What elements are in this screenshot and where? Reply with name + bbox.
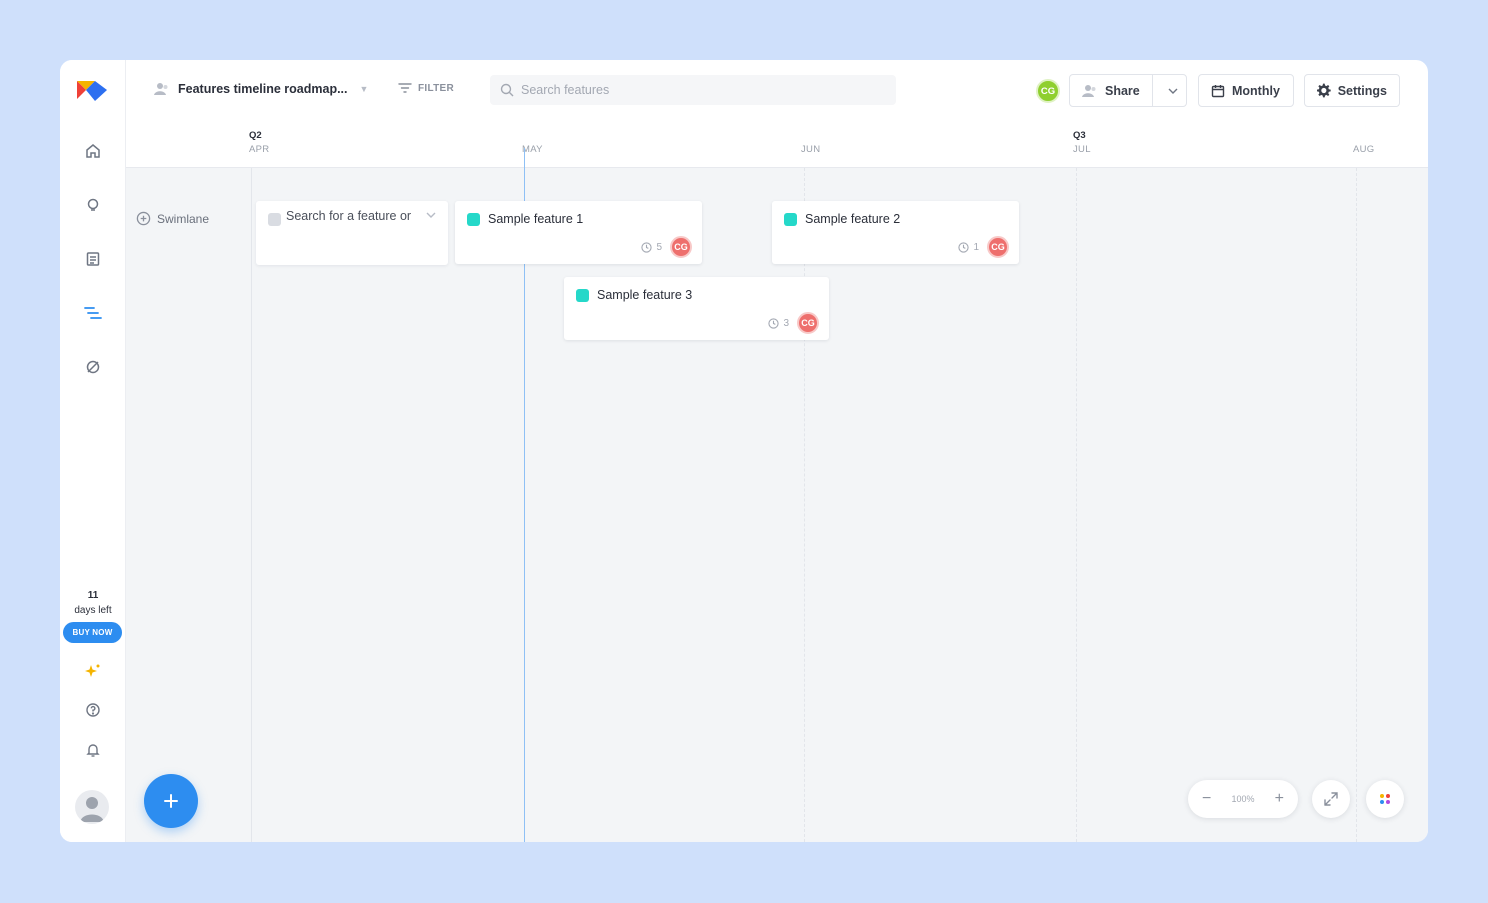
feature-color-swatch	[467, 213, 480, 226]
app-logo[interactable]	[75, 77, 109, 103]
document-icon[interactable]	[82, 248, 104, 270]
feature-card[interactable]: Sample feature 2 1 CG	[772, 201, 1019, 264]
zoom-in-button[interactable]: +	[1275, 790, 1284, 808]
users-icon	[1082, 84, 1096, 97]
filter-icon	[398, 83, 412, 93]
feature-count: 5	[656, 241, 662, 253]
feature-card[interactable]: Sample feature 3 3 CG	[564, 277, 829, 340]
feature-color-swatch	[576, 289, 589, 302]
feature-count: 3	[783, 317, 789, 329]
month-gridline	[804, 168, 805, 842]
month-label: JUN	[801, 144, 821, 155]
swimlane-label: Swimlane	[157, 211, 210, 226]
feature-meta: 3 CG	[768, 312, 819, 334]
zoom-out-button[interactable]: −	[1202, 790, 1211, 808]
apps-grid-icon	[1380, 794, 1390, 804]
roadmap-icon[interactable]	[82, 302, 104, 324]
month-label: AUG	[1353, 144, 1375, 155]
timeline-canvas[interactable]: Swimlane Sample feature 1 5 CG Sample fe…	[126, 148, 1428, 842]
lightbulb-icon[interactable]	[82, 194, 104, 216]
help-icon[interactable]	[82, 699, 104, 721]
calendar-icon	[1211, 84, 1225, 97]
home-icon[interactable]	[82, 140, 104, 162]
add-swimlane-button[interactable]: Swimlane	[136, 211, 209, 226]
feature-color-swatch	[784, 213, 797, 226]
apps-button[interactable]	[1366, 780, 1404, 818]
clock-icon	[958, 241, 970, 253]
share-button[interactable]: Share	[1070, 75, 1153, 106]
monthly-label: Monthly	[1232, 83, 1280, 98]
color-swatch	[268, 213, 281, 226]
expand-icon	[1324, 792, 1338, 806]
feature-count: 1	[973, 241, 979, 253]
feature-card[interactable]: Sample feature 1 5 CG	[455, 201, 702, 264]
app-window: 11 days left BUY NOW Features timeline r…	[60, 60, 1428, 842]
month-gridline	[1076, 168, 1077, 842]
bell-icon[interactable]	[82, 739, 104, 761]
clock-icon	[641, 241, 653, 253]
user-avatar[interactable]	[75, 790, 109, 824]
month-gridline	[1356, 168, 1357, 842]
roadmap-title: Features timeline roadmap...	[178, 82, 348, 96]
add-feature-button[interactable]	[144, 774, 198, 828]
owner-avatar[interactable]: CG	[797, 312, 819, 334]
share-label: Share	[1105, 83, 1140, 98]
sidebar: 11 days left BUY NOW	[60, 60, 126, 842]
plus-icon	[164, 794, 178, 808]
feature-meta: 5 CG	[641, 236, 692, 258]
settings-label: Settings	[1337, 83, 1387, 98]
feature-search-input[interactable]	[286, 209, 418, 223]
chevron-down-icon[interactable]	[426, 212, 436, 218]
clock-icon	[768, 317, 780, 329]
chevron-down-icon	[1168, 88, 1178, 94]
fullscreen-button[interactable]	[1312, 780, 1350, 818]
share-button-group: Share	[1069, 74, 1187, 107]
trial-days-count: 11	[87, 590, 99, 601]
search-input[interactable]	[521, 83, 881, 97]
new-feature-card	[256, 201, 448, 265]
filter-button[interactable]: FILTER	[398, 82, 454, 94]
filter-label: FILTER	[418, 82, 455, 94]
monthly-view-button[interactable]: Monthly	[1198, 74, 1294, 107]
owner-avatar[interactable]: CG	[670, 236, 692, 258]
buy-now-button[interactable]: BUY NOW	[63, 622, 122, 643]
feature-name: Sample feature 2	[805, 212, 901, 226]
share-dropdown-button[interactable]	[1160, 75, 1186, 106]
owner-avatar[interactable]: CG	[987, 236, 1009, 258]
zoom-level: 100%	[1231, 794, 1255, 804]
chevron-down-icon: ▼	[359, 84, 369, 94]
trial-days-label: days left	[74, 605, 112, 616]
current-user-avatar[interactable]: CG	[1036, 79, 1060, 103]
month-label: APR	[249, 144, 270, 155]
timeline-header: Q2 Q3 APR MAY JUN JUL AUG	[126, 122, 1428, 168]
search-bar	[490, 75, 896, 105]
hidden-icon[interactable]	[82, 356, 104, 378]
users-icon	[154, 83, 168, 95]
swimlane-column: Swimlane	[126, 168, 252, 842]
month-label: JUL	[1073, 144, 1091, 155]
feature-meta: 1 CG	[958, 236, 1009, 258]
sparkle-icon[interactable]	[82, 660, 104, 682]
search-icon	[500, 83, 514, 97]
zoom-control: − 100% +	[1188, 780, 1298, 818]
top-bar: Features timeline roadmap... ▼ FILTER CG…	[126, 60, 1428, 122]
quarter-label: Q3	[1073, 130, 1086, 141]
quarter-label: Q2	[249, 130, 262, 141]
month-label: MAY	[522, 144, 543, 155]
gear-icon	[1317, 83, 1331, 98]
feature-name: Sample feature 1	[488, 212, 584, 226]
feature-name: Sample feature 3	[597, 288, 693, 302]
plus-circle-icon	[136, 211, 151, 226]
roadmap-selector[interactable]: Features timeline roadmap... ▼	[154, 82, 368, 96]
settings-button[interactable]: Settings	[1304, 74, 1400, 107]
